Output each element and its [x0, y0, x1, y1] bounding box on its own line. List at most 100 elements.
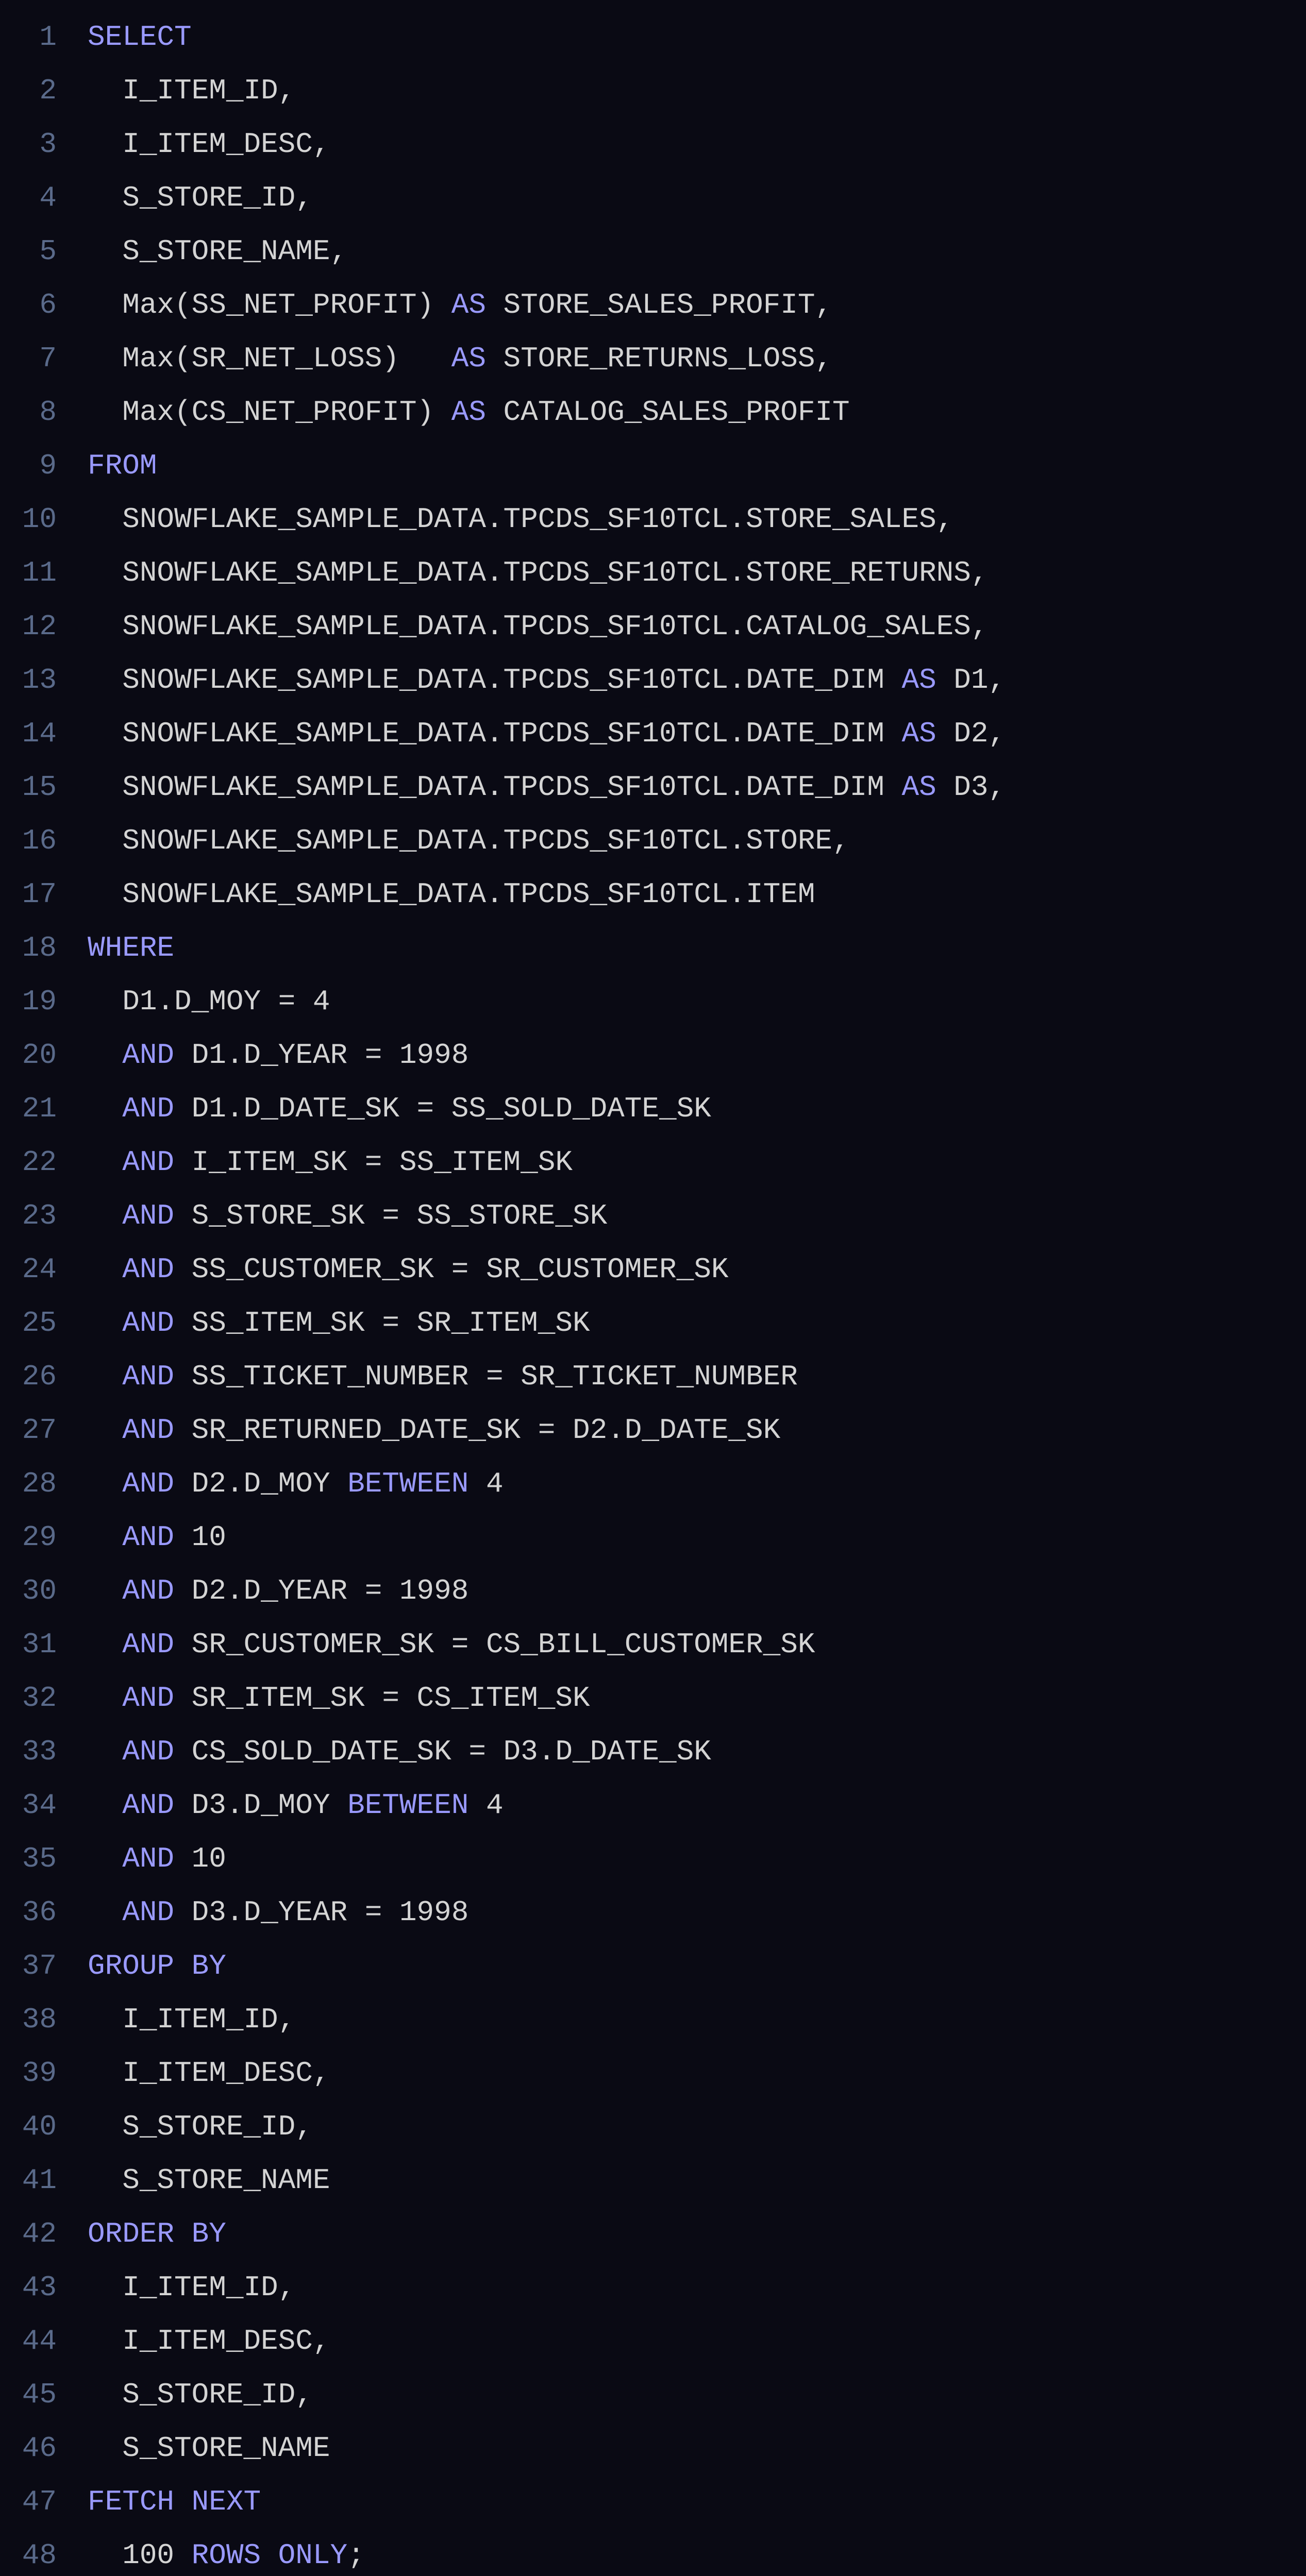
text-token [88, 1199, 122, 1232]
line-number: 6 [0, 278, 57, 332]
code-line[interactable]: AND D2.D_YEAR = 1998 [88, 1564, 1306, 1618]
keyword-token: AND [122, 1682, 174, 1715]
code-line[interactable]: FETCH NEXT [88, 2475, 1306, 2529]
code-line[interactable]: AND SS_ITEM_SK = SR_ITEM_SK [88, 1296, 1306, 1350]
keyword-token: AND [122, 1414, 174, 1447]
text-token [88, 1360, 122, 1393]
line-number: 17 [0, 868, 57, 921]
keyword-token: AS [901, 664, 936, 697]
line-number: 21 [0, 1082, 57, 1136]
code-line[interactable]: I_ITEM_DESC, [88, 117, 1306, 171]
code-line[interactable]: SELECT [88, 10, 1306, 64]
text-token: SNOWFLAKE_SAMPLE_DATA.TPCDS_SF10TCL.STOR… [88, 824, 850, 857]
code-line[interactable]: SNOWFLAKE_SAMPLE_DATA.TPCDS_SF10TCL.STOR… [88, 814, 1306, 868]
code-line[interactable]: FROM [88, 439, 1306, 493]
code-line[interactable]: AND 10 [88, 1511, 1306, 1564]
code-line[interactable]: AND SR_ITEM_SK = CS_ITEM_SK [88, 1671, 1306, 1725]
code-line[interactable]: AND 10 [88, 1832, 1306, 1886]
text-token: SR_CUSTOMER_SK = CS_BILL_CUSTOMER_SK [174, 1628, 815, 1661]
text-token: Max(CS_NET_PROFIT) [88, 396, 451, 429]
line-number: 31 [0, 1618, 57, 1671]
code-line[interactable]: I_ITEM_ID, [88, 1993, 1306, 2046]
code-line[interactable]: AND SS_CUSTOMER_SK = SR_CUSTOMER_SK [88, 1243, 1306, 1296]
text-token [88, 1521, 122, 1554]
line-number: 10 [0, 493, 57, 546]
code-line[interactable]: S_STORE_NAME, [88, 225, 1306, 278]
line-number: 20 [0, 1028, 57, 1082]
text-token: SNOWFLAKE_SAMPLE_DATA.TPCDS_SF10TCL.DATE… [88, 717, 901, 750]
code-line[interactable]: AND CS_SOLD_DATE_SK = D3.D_DATE_SK [88, 1725, 1306, 1778]
code-line[interactable]: AND S_STORE_SK = SS_STORE_SK [88, 1189, 1306, 1243]
code-line[interactable]: I_ITEM_ID, [88, 64, 1306, 117]
code-line[interactable]: SNOWFLAKE_SAMPLE_DATA.TPCDS_SF10TCL.STOR… [88, 493, 1306, 546]
text-token [88, 1735, 122, 1768]
code-line[interactable]: SNOWFLAKE_SAMPLE_DATA.TPCDS_SF10TCL.DATE… [88, 760, 1306, 814]
text-token [88, 1039, 122, 1072]
line-number: 44 [0, 2314, 57, 2368]
line-number: 34 [0, 1778, 57, 1832]
keyword-token: GROUP BY [88, 1950, 226, 1982]
text-token [88, 1414, 122, 1447]
code-line[interactable]: SNOWFLAKE_SAMPLE_DATA.TPCDS_SF10TCL.CATA… [88, 600, 1306, 653]
text-token: SS_TICKET_NUMBER = SR_TICKET_NUMBER [174, 1360, 798, 1393]
code-line[interactable]: S_STORE_ID, [88, 2100, 1306, 2154]
line-number: 46 [0, 2421, 57, 2475]
text-token [88, 1628, 122, 1661]
text-token: CATALOG_SALES_PROFIT [486, 396, 850, 429]
code-line[interactable]: WHERE [88, 921, 1306, 975]
text-token: D2.D_MOY [174, 1467, 347, 1500]
code-line[interactable]: SNOWFLAKE_SAMPLE_DATA.TPCDS_SF10TCL.ITEM [88, 868, 1306, 921]
line-number: 16 [0, 814, 57, 868]
code-line[interactable]: 100 ROWS ONLY; [88, 2529, 1306, 2576]
keyword-token: AND [122, 1146, 174, 1179]
text-token [88, 1092, 122, 1125]
line-number-gutter: 1234567891011121314151617181920212223242… [0, 0, 72, 2576]
line-number: 33 [0, 1725, 57, 1778]
code-line[interactable]: AND SR_RETURNED_DATE_SK = D2.D_DATE_SK [88, 1403, 1306, 1457]
text-token: ; [347, 2539, 365, 2572]
line-number: 22 [0, 1136, 57, 1189]
text-token: 4 [468, 1467, 503, 1500]
code-line[interactable]: I_ITEM_ID, [88, 2261, 1306, 2314]
code-line[interactable]: AND D3.D_YEAR = 1998 [88, 1886, 1306, 1939]
code-line[interactable]: S_STORE_NAME [88, 2421, 1306, 2475]
code-line[interactable]: Max(CS_NET_PROFIT) AS CATALOG_SALES_PROF… [88, 385, 1306, 439]
code-line[interactable]: S_STORE_NAME [88, 2154, 1306, 2207]
line-number: 29 [0, 1511, 57, 1564]
code-line[interactable]: AND D1.D_YEAR = 1998 [88, 1028, 1306, 1082]
text-token: 4 [468, 1789, 503, 1822]
keyword-token: AND [122, 1628, 174, 1661]
code-line[interactable]: AND D2.D_MOY BETWEEN 4 [88, 1457, 1306, 1511]
code-line[interactable]: ORDER BY [88, 2207, 1306, 2261]
code-line[interactable]: SNOWFLAKE_SAMPLE_DATA.TPCDS_SF10TCL.STOR… [88, 546, 1306, 600]
code-line[interactable]: SNOWFLAKE_SAMPLE_DATA.TPCDS_SF10TCL.DATE… [88, 707, 1306, 760]
code-line[interactable]: GROUP BY [88, 1939, 1306, 1993]
code-area[interactable]: SELECT I_ITEM_ID, I_ITEM_DESC, S_STORE_I… [72, 0, 1306, 2576]
code-line[interactable]: AND I_ITEM_SK = SS_ITEM_SK [88, 1136, 1306, 1189]
keyword-token: AND [122, 1199, 174, 1232]
code-line[interactable]: S_STORE_ID, [88, 171, 1306, 225]
keyword-token: AND [122, 1039, 174, 1072]
line-number: 25 [0, 1296, 57, 1350]
text-token: S_STORE_ID, [88, 2378, 313, 2411]
keyword-token: AND [122, 1307, 174, 1340]
code-line[interactable]: AND D3.D_MOY BETWEEN 4 [88, 1778, 1306, 1832]
code-line[interactable]: AND SS_TICKET_NUMBER = SR_TICKET_NUMBER [88, 1350, 1306, 1403]
code-line[interactable]: S_STORE_ID, [88, 2368, 1306, 2421]
text-token: I_ITEM_SK = SS_ITEM_SK [174, 1146, 573, 1179]
line-number: 4 [0, 171, 57, 225]
code-line[interactable]: D1.D_MOY = 4 [88, 975, 1306, 1028]
code-line[interactable]: Max(SR_NET_LOSS) AS STORE_RETURNS_LOSS, [88, 332, 1306, 385]
code-line[interactable]: SNOWFLAKE_SAMPLE_DATA.TPCDS_SF10TCL.DATE… [88, 653, 1306, 707]
keyword-token: AND [122, 1253, 174, 1286]
code-editor[interactable]: 1234567891011121314151617181920212223242… [0, 0, 1306, 2576]
code-line[interactable]: AND D1.D_DATE_SK = SS_SOLD_DATE_SK [88, 1082, 1306, 1136]
keyword-token: FETCH NEXT [88, 2485, 261, 2518]
text-token [88, 1574, 122, 1607]
code-line[interactable]: Max(SS_NET_PROFIT) AS STORE_SALES_PROFIT… [88, 278, 1306, 332]
code-line[interactable]: I_ITEM_DESC, [88, 2314, 1306, 2368]
text-token: D3.D_MOY [174, 1789, 347, 1822]
code-line[interactable]: AND SR_CUSTOMER_SK = CS_BILL_CUSTOMER_SK [88, 1618, 1306, 1671]
code-line[interactable]: I_ITEM_DESC, [88, 2046, 1306, 2100]
keyword-token: FROM [88, 449, 157, 482]
